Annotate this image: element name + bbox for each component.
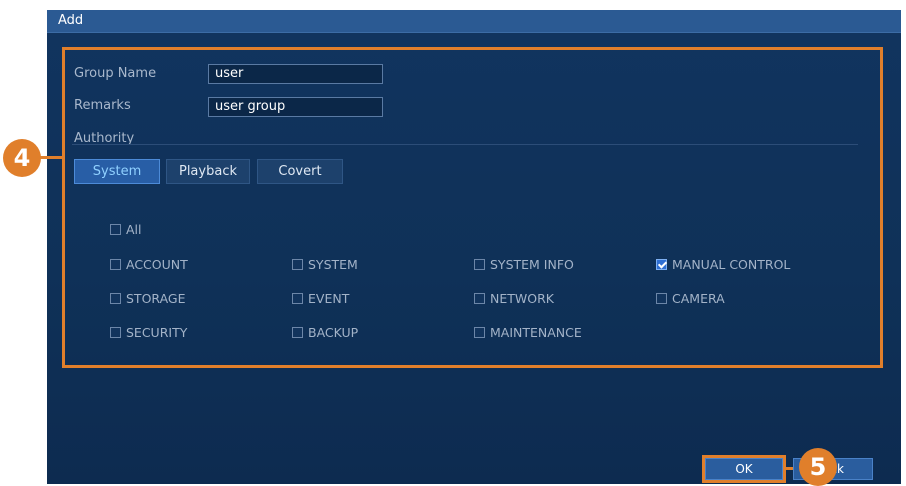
permission-account[interactable]: ACCOUNT (110, 257, 188, 272)
permission-label: STORAGE (126, 291, 186, 306)
tab-covert[interactable]: Covert (257, 159, 343, 184)
remarks-input[interactable]: user group (208, 97, 383, 117)
tab-playback[interactable]: Playback (166, 159, 250, 184)
checkbox-icon[interactable] (474, 327, 485, 338)
checkbox-icon[interactable] (292, 327, 303, 338)
permission-label: BACKUP (308, 325, 359, 340)
permission-backup[interactable]: BACKUP (292, 325, 358, 340)
permission-camera[interactable]: CAMERA (656, 291, 725, 306)
permission-manual-control[interactable]: MANUAL CONTROL (656, 257, 790, 272)
permission-system[interactable]: SYSTEM (292, 257, 358, 272)
permission-label: SYSTEM (308, 257, 358, 272)
tab-system[interactable]: System (74, 159, 160, 184)
group-name-label: Group Name (74, 66, 157, 81)
checkbox-icon[interactable] (110, 327, 121, 338)
permission-storage[interactable]: STORAGE (110, 291, 186, 306)
permission-label: EVENT (308, 291, 350, 306)
remarks-label: Remarks (74, 98, 131, 113)
step-4-badge: 4 (3, 139, 41, 177)
group-name-input[interactable]: user (208, 64, 383, 84)
permission-security[interactable]: SECURITY (110, 325, 187, 340)
permission-system-info[interactable]: SYSTEM INFO (474, 257, 574, 272)
checkbox-icon[interactable] (110, 259, 121, 270)
form-highlight-box (62, 47, 883, 368)
permission-label: CAMERA (672, 291, 725, 306)
checkbox-icon[interactable] (292, 259, 303, 270)
permission-network[interactable]: NETWORK (474, 291, 554, 306)
permission-maintenance[interactable]: MAINTENANCE (474, 325, 582, 340)
permission-label: SYSTEM INFO (490, 257, 574, 272)
checkbox-icon[interactable] (474, 259, 485, 270)
checkbox-icon[interactable] (656, 293, 667, 304)
permission-label: ACCOUNT (126, 257, 188, 272)
permission-all[interactable]: All (110, 222, 142, 237)
permission-label: MAINTENANCE (490, 325, 582, 340)
permission-label: All (126, 222, 142, 237)
permission-label: MANUAL CONTROL (672, 257, 791, 272)
step-5-badge: 5 (799, 448, 837, 486)
dialog-title: Add (58, 13, 84, 28)
checkbox-icon[interactable] (292, 293, 303, 304)
permission-label: SECURITY (126, 325, 188, 340)
checkbox-icon[interactable] (110, 293, 121, 304)
permission-label: NETWORK (490, 291, 554, 306)
checkbox-icon[interactable] (110, 224, 121, 235)
checkbox-icon[interactable] (474, 293, 485, 304)
ok-highlight-box (702, 455, 786, 483)
authority-divider (72, 144, 858, 145)
checkbox-checked-icon[interactable] (656, 259, 667, 270)
dialog-titlebar (47, 10, 901, 33)
permission-event[interactable]: EVENT (292, 291, 349, 306)
step-4-connector (40, 156, 64, 159)
